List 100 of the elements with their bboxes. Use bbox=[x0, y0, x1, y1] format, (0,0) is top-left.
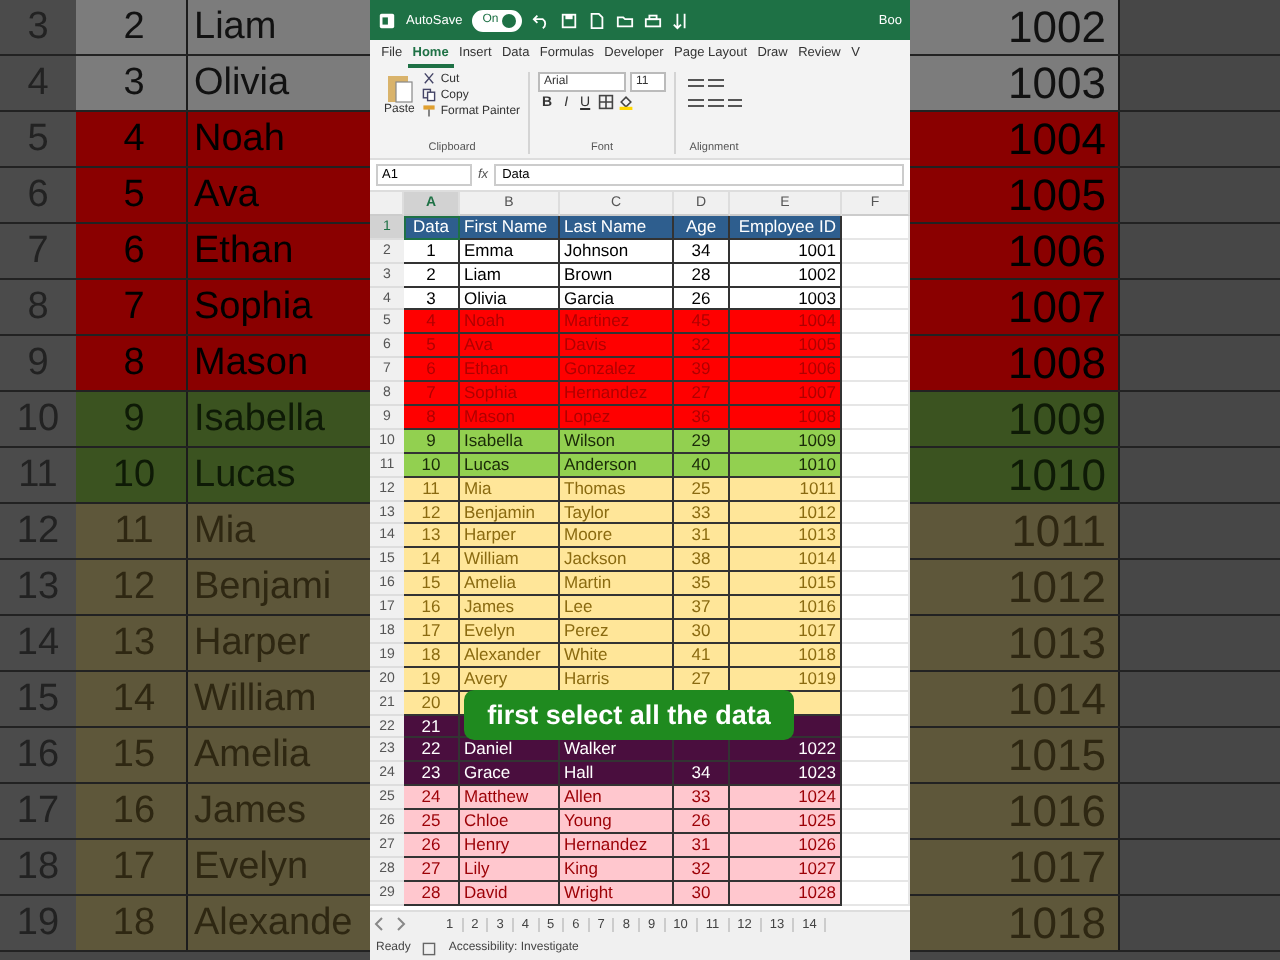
table-cell: 6 bbox=[404, 358, 460, 383]
table-cell: Grace bbox=[460, 762, 560, 787]
table-cell: Wright bbox=[560, 881, 674, 906]
table-cell: 30 bbox=[674, 620, 730, 644]
table-cell: 22 bbox=[404, 738, 460, 763]
table-cell: 27 bbox=[404, 857, 460, 882]
table-cell: Martinez bbox=[560, 310, 674, 335]
table-cell: 18 bbox=[404, 643, 460, 668]
table-cell: Jackson bbox=[560, 548, 674, 573]
table-cell: 9 bbox=[76, 392, 188, 446]
table-cell: Noah bbox=[460, 310, 560, 335]
table-cell: King bbox=[560, 857, 674, 882]
table-cell: 1019 bbox=[730, 667, 842, 692]
table-cell: 1005 bbox=[730, 334, 842, 359]
table-cell: 8 bbox=[404, 406, 460, 430]
fill-color-icon[interactable] bbox=[618, 94, 635, 110]
scissors-icon bbox=[422, 72, 437, 86]
table-cell: 26 bbox=[404, 834, 460, 858]
folder-icon[interactable] bbox=[616, 11, 635, 29]
table-cell: Henry bbox=[460, 834, 560, 858]
sort-icon[interactable] bbox=[672, 11, 691, 29]
table-cell: 3 bbox=[404, 287, 460, 311]
table-cell: 5 bbox=[404, 334, 460, 359]
table-cell: Lucas bbox=[460, 453, 560, 478]
table-cell: Walker bbox=[560, 738, 674, 763]
table-cell: Brown bbox=[560, 263, 674, 288]
table-cell: Harris bbox=[560, 667, 674, 692]
table-cell: Lopez bbox=[560, 406, 674, 430]
table-cell: 1026 bbox=[730, 834, 842, 858]
table-cell: Allen bbox=[560, 786, 674, 811]
table-cell: 1009 bbox=[910, 392, 1120, 446]
macro-icon[interactable] bbox=[422, 941, 437, 955]
table-cell: 11 bbox=[404, 477, 460, 502]
table-cell: Evelyn bbox=[460, 620, 560, 644]
table-cell: 1 bbox=[404, 239, 460, 264]
table-cell: 1028 bbox=[730, 881, 842, 906]
table-cell: 1008 bbox=[910, 336, 1120, 390]
undo-icon[interactable] bbox=[532, 11, 551, 29]
table-cell: 26 bbox=[674, 810, 730, 835]
table-cell: William bbox=[460, 548, 560, 573]
table-cell: 1023 bbox=[730, 762, 842, 787]
table-cell: Employee ID bbox=[730, 215, 842, 240]
table-cell: 7 bbox=[404, 382, 460, 407]
table-cell: Avery bbox=[460, 667, 560, 692]
table-cell: 1009 bbox=[730, 429, 842, 454]
table-cell: 27 bbox=[674, 667, 730, 692]
table-cell: 1005 bbox=[910, 168, 1120, 222]
table-cell: 6 bbox=[76, 224, 188, 278]
table-cell: 32 bbox=[674, 334, 730, 359]
table-cell: Harper bbox=[460, 524, 560, 549]
table-cell: 4 bbox=[404, 310, 460, 335]
table-cell: 1017 bbox=[730, 620, 842, 644]
table-cell: 1007 bbox=[910, 280, 1120, 334]
table-cell: 1002 bbox=[910, 0, 1120, 54]
table-cell: 1002 bbox=[730, 263, 842, 288]
table-cell: 23 bbox=[404, 762, 460, 787]
table-cell: 2 bbox=[76, 0, 188, 54]
table-cell: 1003 bbox=[910, 56, 1120, 110]
table-cell: Perez bbox=[560, 620, 674, 644]
table-cell: Emma bbox=[460, 239, 560, 264]
table-cell: 33 bbox=[674, 786, 730, 811]
table-cell: 28 bbox=[404, 881, 460, 906]
table-cell: 34 bbox=[674, 239, 730, 264]
table-cell: 29 bbox=[674, 429, 730, 454]
table-cell: Noah bbox=[188, 112, 370, 166]
table-cell: 38 bbox=[674, 548, 730, 573]
table-cell: Isabella bbox=[460, 429, 560, 454]
table-cell: 1001 bbox=[730, 239, 842, 264]
save-icon[interactable] bbox=[560, 11, 579, 29]
table-cell: Olivia bbox=[188, 56, 370, 110]
table-cell: Last Name bbox=[560, 215, 674, 240]
table-cell: Mason bbox=[188, 336, 370, 390]
table-cell: Ava bbox=[188, 168, 370, 222]
table-cell: Hernandez bbox=[560, 382, 674, 407]
table-cell: 1008 bbox=[730, 406, 842, 430]
table-cell: 13 bbox=[404, 524, 460, 549]
table-cell: White bbox=[560, 643, 674, 668]
table-cell: 1010 bbox=[730, 453, 842, 478]
table-cell: 33 bbox=[674, 501, 730, 525]
table-cell: Young bbox=[560, 810, 674, 835]
table-cell: 1015 bbox=[730, 572, 842, 597]
table-cell: 1003 bbox=[730, 287, 842, 311]
table-cell: 4 bbox=[76, 112, 188, 166]
table-cell: Benjamin bbox=[460, 501, 560, 525]
table-cell: 20 bbox=[404, 691, 460, 716]
table-cell: Age bbox=[674, 215, 730, 240]
printer-icon[interactable] bbox=[644, 11, 663, 29]
table-cell: Wilson bbox=[560, 429, 674, 454]
table-cell: Chloe bbox=[460, 810, 560, 835]
table-cell: 26 bbox=[674, 287, 730, 311]
borders-icon[interactable] bbox=[598, 94, 615, 110]
table-cell: 1004 bbox=[730, 310, 842, 335]
table-cell: 8 bbox=[76, 336, 188, 390]
table-cell: 1018 bbox=[730, 643, 842, 668]
table-cell: 34 bbox=[674, 762, 730, 787]
table-cell: 37 bbox=[674, 596, 730, 621]
table-cell: Martin bbox=[560, 572, 674, 597]
document-icon[interactable] bbox=[588, 11, 607, 29]
table-cell: Isabella bbox=[188, 392, 370, 446]
table-cell: 35 bbox=[674, 572, 730, 597]
